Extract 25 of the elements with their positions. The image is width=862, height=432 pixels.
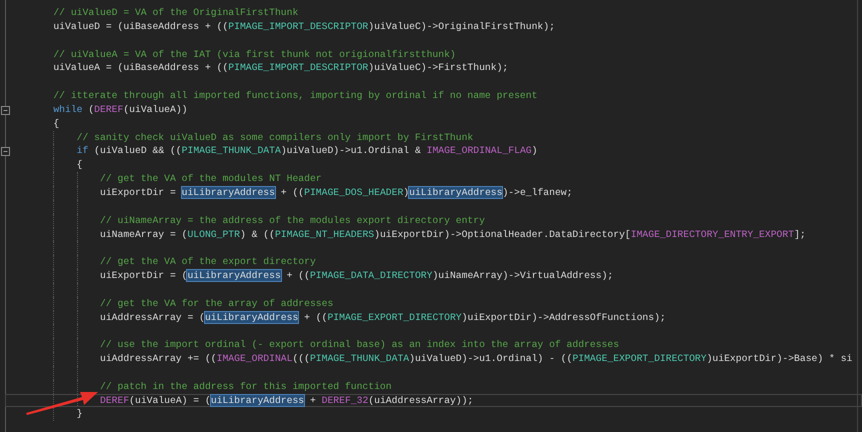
code-line: // use the import ordinal (- export ordinal base) as an index into the array of addresses <box>100 338 620 352</box>
code-line: // get the VA for the array of addresses <box>100 296 334 311</box>
code-line: // uiValueD = VA of the OriginalFirstThunk <box>53 6 298 20</box>
code-line: // itterate through all imported functions, importing by ordinal if no name present <box>53 89 538 103</box>
code-line: if (uiValueD && ((PIMAGE_THUNK_DATA)uiValueD)->u1.Ordinal & IMAGE_ORDINAL_FLAG) <box>76 144 538 158</box>
code-line: uiNameArray = (ULONG_PTR) & ((PIMAGE_NT_HEADERS)uiExportDir)->OptionalHeader.DataDirectory[IMAGE_DIRECTORY_ENTRY_EXPORT]; <box>100 228 806 242</box>
code-line: uiValueD = (uiBaseAddress + ((PIMAGE_IMPORT_DESCRIPTOR)uiValueC)->OriginalFirstThunk); <box>53 20 555 34</box>
code-line: } <box>76 407 82 422</box>
code-line: uiExportDir = uiLibraryAddress + ((PIMAGE_DOS_HEADER)uiLibraryAddress)->e_lfanew; <box>100 186 572 200</box>
code-line: // patch in the address for this imported function <box>100 380 392 394</box>
code-line: uiValueA = (uiBaseAddress + ((PIMAGE_IMPORT_DESCRIPTOR)uiValueC)->FirstThunk); <box>53 61 508 76</box>
code-line: DEREF(uiValueA) = (uiLibraryAddress + DEREF_32(uiAddressArray)); <box>100 394 474 408</box>
code-line: while (DEREF(uiValueA)) <box>53 102 188 117</box>
code-line: { <box>53 116 60 131</box>
code-line: // uiNameArray = the address of the modules export directory entry <box>100 214 485 228</box>
code-line: uiAddressArray = (uiLibraryAddress + ((PIMAGE_EXPORT_DIRECTORY)uiExportDir)->AddressOfFunctions); <box>100 310 666 324</box>
code-line: // sanity check uiValueD as some compilers only import by FirstThunk <box>76 130 474 144</box>
code-line: // uiValueA = VA of the IAT (via first thunk not origionalfirstthunk) <box>53 48 456 62</box>
code-line: // get the VA of the modules NT Header <box>100 172 322 186</box>
collapse-icon[interactable] <box>1 147 10 156</box>
code-line: uiAddressArray += ((IMAGE_ORDINAL(((PIMAGE_THUNK_DATA)uiValueD)->u1.Ordinal) - ((PIMAGE_EXPORT_DIRECTORY)uiExportDir)->Base) * si <box>100 352 852 366</box>
collapse-icon[interactable] <box>1 106 10 115</box>
code-line: { <box>76 158 82 172</box>
code-line: // get the VA of the export directory <box>100 255 316 270</box>
code-line: uiExportDir = (uiLibraryAddress + ((PIMAGE_DATA_DIRECTORY)uiNameArray)->VirtualAddress); <box>100 269 614 283</box>
